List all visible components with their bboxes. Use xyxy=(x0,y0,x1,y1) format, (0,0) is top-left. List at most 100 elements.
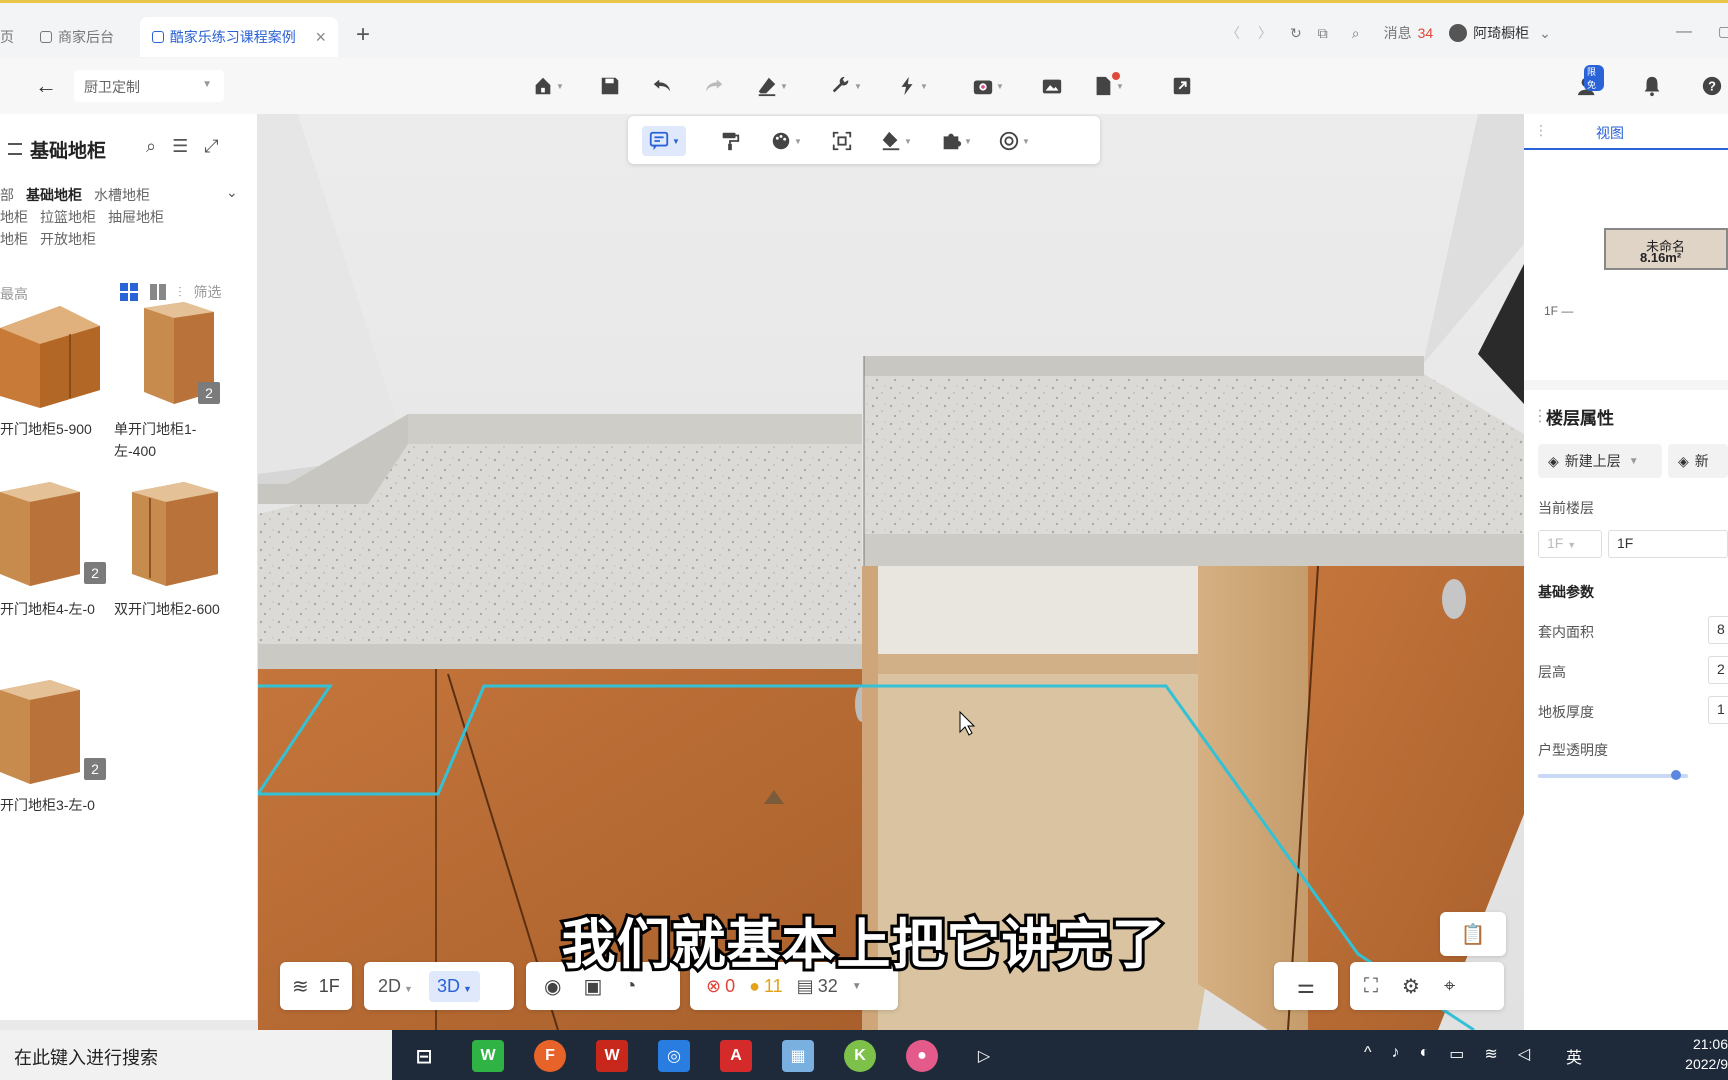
material-tool[interactable]: ▼ xyxy=(764,126,808,156)
chevron-up-icon[interactable]: ^ xyxy=(1364,1044,1372,1068)
param-input[interactable]: 2 xyxy=(1708,656,1728,684)
microphone-icon[interactable]: ♪ xyxy=(1392,1044,1400,1068)
layers-icon: ◈ xyxy=(1678,452,1689,469)
category-sink[interactable]: 水槽地柜 xyxy=(94,187,150,203)
floor-name-input[interactable]: 1F xyxy=(1608,530,1728,558)
video-icon[interactable]: ▷ xyxy=(968,1040,1000,1072)
tab-home[interactable]: 页 xyxy=(0,17,14,57)
transparency-slider[interactable] xyxy=(1538,770,1688,780)
tab-view[interactable]: 视图 xyxy=(1596,123,1624,143)
task-view-icon[interactable]: ⊟ xyxy=(408,1040,440,1072)
autocad-icon[interactable]: A xyxy=(720,1040,752,1072)
browser-icon[interactable]: ◎ xyxy=(658,1040,690,1072)
save-button[interactable] xyxy=(594,71,626,101)
qq-icon[interactable]: ◐ xyxy=(1420,1044,1430,1068)
kujiale-icon[interactable]: K xyxy=(844,1040,876,1072)
floor-props-title: 楼层属性 xyxy=(1546,409,1614,428)
tab-course[interactable]: 酷家乐练习课程案例 × xyxy=(140,17,338,57)
search-icon[interactable]: ⌕ xyxy=(1352,25,1360,42)
category-corner[interactable]: 地柜 xyxy=(0,209,28,225)
eraser-button[interactable]: ▼ xyxy=(756,71,788,101)
undo-button[interactable] xyxy=(646,71,678,101)
slider-knob[interactable] xyxy=(1671,770,1681,780)
clock[interactable]: 21:06 2022/9 xyxy=(1670,1034,1728,1074)
messages-count: 34 xyxy=(1417,25,1434,41)
help-button[interactable]: ? xyxy=(1696,71,1728,101)
messages-label[interactable]: 消息 xyxy=(1384,23,1412,43)
user-name[interactable]: 阿琦橱柜 xyxy=(1473,23,1529,43)
category-base[interactable]: 基础地柜 xyxy=(26,187,82,203)
3d-viewport[interactable] xyxy=(258,114,1524,1030)
fill-tool[interactable]: ▼ xyxy=(874,126,918,156)
gallery-button[interactable] xyxy=(1036,71,1068,101)
paint-tool[interactable] xyxy=(708,126,752,156)
floor-select[interactable]: 1F ▼ xyxy=(1538,530,1602,558)
model-item-name: 开门地柜5-900 xyxy=(0,421,92,437)
floorplan-minimap[interactable]: 未命名 8.16m² 1F — xyxy=(1524,150,1728,380)
new-tab-button[interactable]: + xyxy=(356,21,370,49)
menu-icon[interactable] xyxy=(8,143,22,155)
cabinet-thumbnail: 2 xyxy=(0,674,110,784)
back-icon[interactable]: 〈 xyxy=(1226,23,1240,43)
tab-merchant[interactable]: 商家后台 xyxy=(40,17,114,57)
wifi-icon[interactable]: ≋ xyxy=(1484,1044,1497,1068)
param-input[interactable]: 8 xyxy=(1708,616,1728,644)
floor-marker: 1F — xyxy=(1544,304,1574,318)
chat-app-icon[interactable]: ● xyxy=(906,1040,938,1072)
chevron-down-icon[interactable]: ⌄ xyxy=(1539,25,1551,42)
notifications-button[interactable] xyxy=(1636,71,1668,101)
drag-handle[interactable]: ⋮ xyxy=(1532,406,1548,426)
new-floor-down-button[interactable]: ◈ 新 xyxy=(1668,444,1728,478)
document-button[interactable]: ▼ xyxy=(1092,71,1124,101)
category-basket[interactable]: 拉篮地柜 xyxy=(40,209,96,225)
view-tabs: ⋮ 视图 xyxy=(1524,114,1728,150)
expand-icon[interactable]: ⤢ xyxy=(204,136,218,157)
minimize-icon[interactable]: — xyxy=(1676,23,1692,41)
maximize-icon[interactable]: ▢ xyxy=(1718,23,1728,40)
volume-icon[interactable]: ◁ xyxy=(1518,1044,1530,1068)
render-button[interactable]: ▼ xyxy=(972,71,1004,101)
taskbar-search[interactable]: 在此键入进行搜索 xyxy=(0,1030,392,1080)
firefox-icon[interactable]: F xyxy=(534,1040,566,1072)
plugin-tool[interactable]: ▼ xyxy=(934,126,978,156)
kitchen-3d-scene xyxy=(258,114,1524,1030)
model-item[interactable]: 2 开门地柜3-左-0 xyxy=(0,674,118,816)
frame-tool[interactable] xyxy=(820,126,864,156)
copy-icon[interactable]: ⧉ xyxy=(1318,25,1328,42)
model-item[interactable]: 2 开门地柜4-左-0 xyxy=(0,478,118,620)
ime-indicator[interactable]: 英 xyxy=(1566,1044,1582,1068)
tools-button[interactable]: ▼ xyxy=(830,71,862,101)
calculator-icon[interactable]: ▦ xyxy=(782,1040,814,1072)
new-floor-up-button[interactable]: ◈ 新建上层 ▼ xyxy=(1538,444,1662,478)
category-open[interactable]: 开放地柜 xyxy=(40,231,96,247)
close-icon[interactable]: × xyxy=(315,27,326,48)
model-item[interactable]: 2 单开门地柜1-左-400 xyxy=(114,298,232,462)
align-button[interactable]: ▼ xyxy=(896,71,928,101)
back-button[interactable]: ← xyxy=(26,70,66,102)
category-drawer[interactable]: 抽屉地柜 xyxy=(108,209,164,225)
drag-handle[interactable]: ⋮ xyxy=(1534,122,1548,139)
wps-icon[interactable]: W xyxy=(596,1040,628,1072)
avatar[interactable] xyxy=(1449,24,1468,42)
list-icon[interactable]: ☰ xyxy=(172,136,188,157)
category-all[interactable]: 部 xyxy=(0,187,14,203)
mode-select[interactable]: 厨卫定制 ▼ xyxy=(74,70,224,102)
search-icon[interactable]: ⌕ xyxy=(146,136,156,157)
wechat-icon[interactable]: W xyxy=(472,1040,504,1072)
model-item[interactable]: 开门地柜5-900 xyxy=(0,298,118,440)
room-block[interactable]: 未命名 8.16m² xyxy=(1604,228,1728,270)
home-button[interactable]: ▼ xyxy=(532,71,564,101)
members-button[interactable]: 限免 xyxy=(1572,65,1604,101)
chevron-down-icon[interactable]: ⌄ xyxy=(226,184,238,201)
category-list: 部基础地柜 水槽地柜 地柜 拉篮地柜 抽屉地柜 地柜 开放地柜 xyxy=(0,184,245,250)
at-tool[interactable]: ▼ xyxy=(992,126,1036,156)
select-tool[interactable]: ▼ xyxy=(642,126,686,156)
export-button[interactable] xyxy=(1166,71,1198,101)
refresh-icon[interactable]: ↻ xyxy=(1290,25,1302,42)
model-item[interactable]: 双开门地柜2-600 xyxy=(114,478,232,620)
param-input[interactable]: 1 xyxy=(1708,696,1728,724)
battery-icon[interactable]: ▭ xyxy=(1449,1044,1464,1068)
category-other[interactable]: 地柜 xyxy=(0,231,28,247)
redo-button[interactable] xyxy=(698,71,730,101)
forward-icon[interactable]: 〉 xyxy=(1258,23,1272,43)
